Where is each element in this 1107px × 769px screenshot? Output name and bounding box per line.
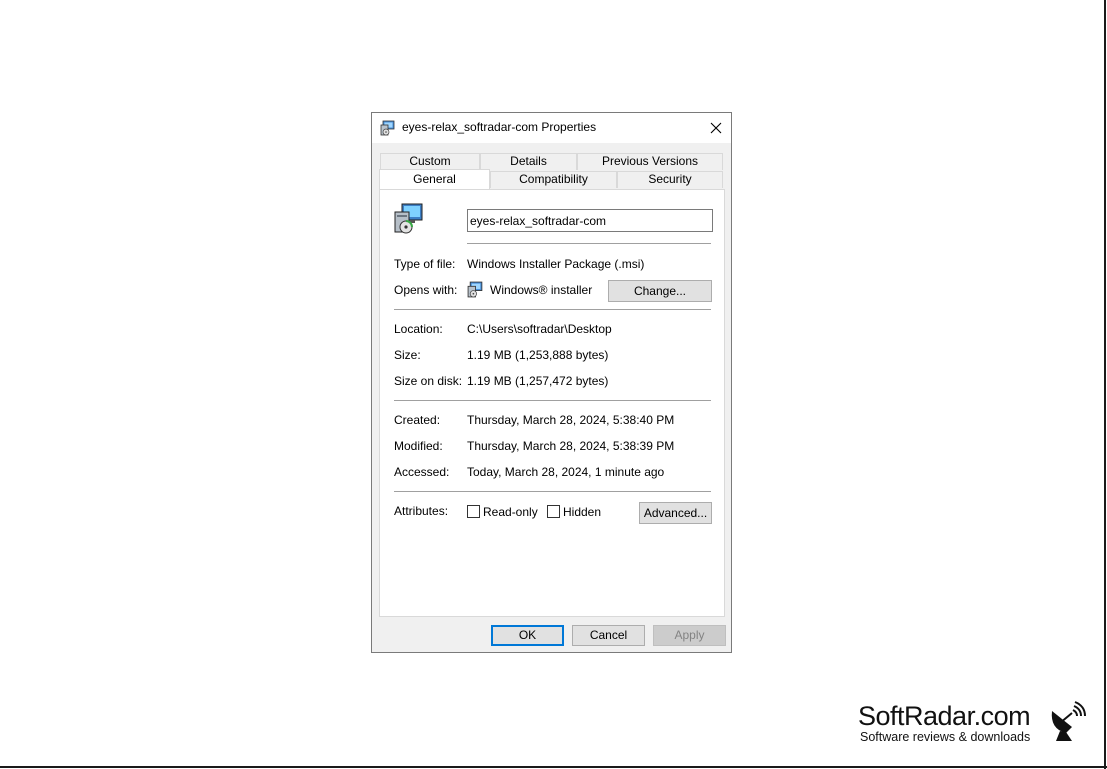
tab-compatibility[interactable]: Compatibility bbox=[490, 171, 617, 188]
windows-installer-icon bbox=[467, 281, 483, 298]
attributes-label: Attributes: bbox=[394, 504, 449, 518]
tab-label: Details bbox=[510, 154, 547, 168]
created-value: Thursday, March 28, 2024, 5:38:40 PM bbox=[467, 413, 675, 427]
separator bbox=[394, 491, 711, 492]
opens-with-label: Opens with: bbox=[394, 283, 458, 297]
watermark-title: SoftRadar.com bbox=[858, 701, 1031, 731]
window-title: eyes-relax_softradar-com Properties bbox=[402, 120, 597, 134]
separator bbox=[394, 400, 711, 401]
ok-button[interactable]: OK bbox=[491, 625, 564, 646]
satellite-dish-icon bbox=[1051, 701, 1086, 741]
cancel-button[interactable]: Cancel bbox=[572, 625, 645, 646]
tab-custom[interactable]: Custom bbox=[380, 153, 480, 170]
change-button-label: Change... bbox=[633, 284, 687, 298]
separator bbox=[467, 243, 711, 244]
tab-general[interactable]: General bbox=[379, 169, 490, 189]
location-label: Location: bbox=[394, 322, 443, 336]
accessed-label: Accessed: bbox=[394, 465, 450, 479]
size-on-disk-label: Size on disk: bbox=[394, 374, 463, 388]
msi-installer-icon bbox=[380, 120, 395, 136]
file-type-icon bbox=[394, 203, 423, 234]
close-icon bbox=[710, 122, 722, 134]
created-label: Created: bbox=[394, 413, 441, 427]
general-tab-panel: Type of file: Windows Installer Package … bbox=[379, 189, 725, 617]
tab-label: General bbox=[413, 172, 456, 186]
ok-button-label: OK bbox=[518, 628, 537, 642]
hidden-label[interactable]: Hidden bbox=[563, 505, 601, 519]
type-of-file-value: Windows Installer Package (.msi) bbox=[467, 257, 645, 271]
advanced-button[interactable]: Advanced... bbox=[639, 502, 712, 524]
size-label: Size: bbox=[394, 348, 421, 362]
page-edge-right bbox=[1104, 0, 1106, 769]
tab-label: Custom bbox=[409, 154, 451, 168]
apply-button[interactable]: Apply bbox=[653, 625, 726, 646]
opens-with-value: Windows® installer bbox=[490, 283, 593, 297]
tab-label: Compatibility bbox=[519, 172, 588, 186]
page-edge-bottom bbox=[0, 766, 1107, 768]
read-only-label[interactable]: Read-only bbox=[483, 505, 538, 519]
close-button[interactable] bbox=[701, 113, 731, 143]
location-value: C:\Users\softradar\Desktop bbox=[467, 322, 612, 336]
tab-details[interactable]: Details bbox=[480, 153, 577, 170]
apply-button-label: Apply bbox=[674, 628, 705, 642]
tab-previous-versions[interactable]: Previous Versions bbox=[577, 153, 723, 170]
size-on-disk-value: 1.19 MB (1,257,472 bytes) bbox=[467, 374, 609, 388]
separator bbox=[394, 309, 711, 310]
modified-value: Thursday, March 28, 2024, 5:38:39 PM bbox=[467, 439, 675, 453]
size-value: 1.19 MB (1,253,888 bytes) bbox=[467, 348, 609, 362]
type-of-file-label: Type of file: bbox=[394, 257, 456, 271]
change-button[interactable]: Change... bbox=[608, 280, 712, 302]
modified-label: Modified: bbox=[394, 439, 443, 453]
hidden-checkbox[interactable] bbox=[547, 505, 560, 518]
title-bar[interactable]: eyes-relax_softradar-com Properties bbox=[372, 113, 731, 143]
tab-label: Security bbox=[648, 172, 692, 186]
watermark-subtitle: Software reviews & downloads bbox=[860, 730, 1031, 744]
cancel-button-label: Cancel bbox=[589, 628, 628, 642]
advanced-button-label: Advanced... bbox=[643, 506, 708, 520]
accessed-value: Today, March 28, 2024, 1 minute ago bbox=[467, 465, 665, 479]
read-only-checkbox[interactable] bbox=[467, 505, 480, 518]
tab-label: Previous Versions bbox=[601, 154, 699, 168]
properties-dialog: eyes-relax_softradar-com Properties Cust… bbox=[371, 112, 732, 653]
tab-security[interactable]: Security bbox=[617, 171, 723, 188]
file-name-input[interactable] bbox=[467, 209, 713, 232]
